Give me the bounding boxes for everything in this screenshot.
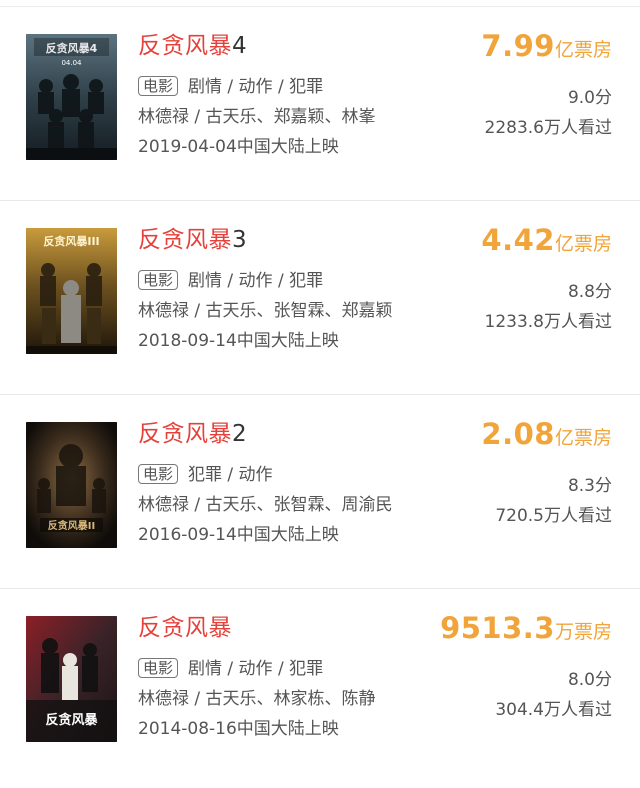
movie-genres: 剧情 / 动作 / 犯罪 bbox=[188, 659, 324, 679]
movie-title[interactable]: 反贪风暴4 bbox=[138, 31, 247, 61]
box-office-value: 2.08 bbox=[481, 417, 555, 451]
svg-text:04.04: 04.04 bbox=[61, 59, 82, 67]
poster-image: 反贪风暴II bbox=[26, 422, 117, 548]
box-office: 7.99亿票房 bbox=[481, 29, 612, 67]
poster-image: 反贪风暴4 04.04 bbox=[26, 34, 117, 160]
release-date: 2016-09-14中国大陆上映 bbox=[138, 525, 339, 545]
box-office-value: 4.42 bbox=[481, 223, 555, 257]
type-badge: 电影 bbox=[138, 464, 179, 484]
genre-line: 电影 剧情 / 动作 / 犯罪 bbox=[138, 75, 323, 99]
movie-score: 8.8分 bbox=[567, 282, 612, 302]
genre-line: 电影 剧情 / 动作 / 犯罪 bbox=[138, 657, 323, 681]
movie-poster[interactable]: 反贪风暴III bbox=[26, 228, 117, 354]
movie-genres: 剧情 / 动作 / 犯罪 bbox=[188, 271, 324, 291]
poster-image: 反贪风暴III bbox=[26, 228, 117, 354]
release-date: 2019-04-04中国大陆上映 bbox=[138, 137, 339, 157]
box-office: 2.08亿票房 bbox=[481, 417, 612, 455]
movie-title[interactable]: 反贪风暴 bbox=[138, 613, 232, 643]
svg-text:反贪风暴4: 反贪风暴4 bbox=[46, 41, 98, 55]
svg-text:反贪风暴II: 反贪风暴II bbox=[48, 519, 95, 532]
box-office-unit: 亿票房 bbox=[554, 233, 612, 255]
release-date: 2014-08-16中国大陆上映 bbox=[138, 719, 339, 739]
movie-list: 反贪风暴4 04.04 反贪风暴4 电影 剧情 / 动作 / 犯罪 林德禄 / 古… bbox=[0, 0, 640, 788]
release-date: 2018-09-14中国大陆上映 bbox=[138, 331, 339, 351]
box-office-value: 9513.3 bbox=[440, 611, 555, 645]
movie-item[interactable]: 反贪风暴III 反贪风暴3 电影 剧情 / 动作 / 犯罪 林德禄 / 古天乐、张… bbox=[0, 201, 640, 395]
movie-item[interactable]: 反贪风暴II 反贪风暴2 电影 犯罪 / 动作 林德禄 / 古天乐、张智霖、周渝民… bbox=[0, 395, 640, 589]
movie-score: 8.0分 bbox=[567, 670, 612, 690]
viewer-count: 2283.6万人看过 bbox=[484, 118, 612, 138]
viewer-count: 304.4万人看过 bbox=[495, 700, 612, 720]
box-office: 9513.3万票房 bbox=[440, 611, 612, 649]
movie-cast: 林德禄 / 古天乐、张智霖、周渝民 bbox=[138, 495, 393, 515]
movie-title[interactable]: 反贪风暴3 bbox=[138, 225, 247, 255]
box-office-unit: 亿票房 bbox=[554, 427, 612, 449]
movie-cast: 林德禄 / 古天乐、张智霖、郑嘉颖 bbox=[138, 301, 393, 321]
box-office-unit: 亿票房 bbox=[554, 39, 612, 61]
movie-cast: 林德禄 / 古天乐、林家栋、陈静 bbox=[138, 689, 376, 709]
movie-cast: 林德禄 / 古天乐、郑嘉颖、林峯 bbox=[138, 107, 376, 127]
movie-title-number: 2 bbox=[232, 421, 248, 447]
viewer-count: 1233.8万人看过 bbox=[484, 312, 612, 332]
poster-image: 反贪风暴 bbox=[26, 616, 117, 742]
viewer-count: 720.5万人看过 bbox=[495, 506, 612, 526]
movie-item[interactable]: 反贪风暴 反贪风暴 电影 剧情 / 动作 / 犯罪 林德禄 / 古天乐、林家栋、陈… bbox=[0, 589, 640, 783]
box-office-unit: 万票房 bbox=[554, 621, 612, 643]
movie-poster[interactable]: 反贪风暴II bbox=[26, 422, 117, 548]
movie-poster[interactable]: 反贪风暴4 04.04 bbox=[26, 34, 117, 160]
movie-title-number: 4 bbox=[232, 33, 248, 59]
svg-text:反贪风暴: 反贪风暴 bbox=[45, 712, 98, 728]
movie-poster[interactable]: 反贪风暴 bbox=[26, 616, 117, 742]
type-badge: 电影 bbox=[138, 658, 179, 678]
box-office-value: 7.99 bbox=[481, 29, 555, 63]
type-badge: 电影 bbox=[138, 76, 179, 96]
genre-line: 电影 犯罪 / 动作 bbox=[138, 463, 273, 487]
genre-line: 电影 剧情 / 动作 / 犯罪 bbox=[138, 269, 323, 293]
movie-genres: 犯罪 / 动作 bbox=[188, 465, 273, 485]
movie-score: 9.0分 bbox=[567, 88, 612, 108]
movie-title-number: 3 bbox=[232, 227, 248, 253]
movie-score: 8.3分 bbox=[567, 476, 612, 496]
movie-genres: 剧情 / 动作 / 犯罪 bbox=[188, 77, 324, 97]
movie-item[interactable]: 反贪风暴4 04.04 反贪风暴4 电影 剧情 / 动作 / 犯罪 林德禄 / 古… bbox=[0, 7, 640, 201]
movie-title[interactable]: 反贪风暴2 bbox=[138, 419, 247, 449]
svg-text:反贪风暴III: 反贪风暴III bbox=[43, 234, 99, 248]
type-badge: 电影 bbox=[138, 270, 179, 290]
box-office: 4.42亿票房 bbox=[481, 223, 612, 261]
